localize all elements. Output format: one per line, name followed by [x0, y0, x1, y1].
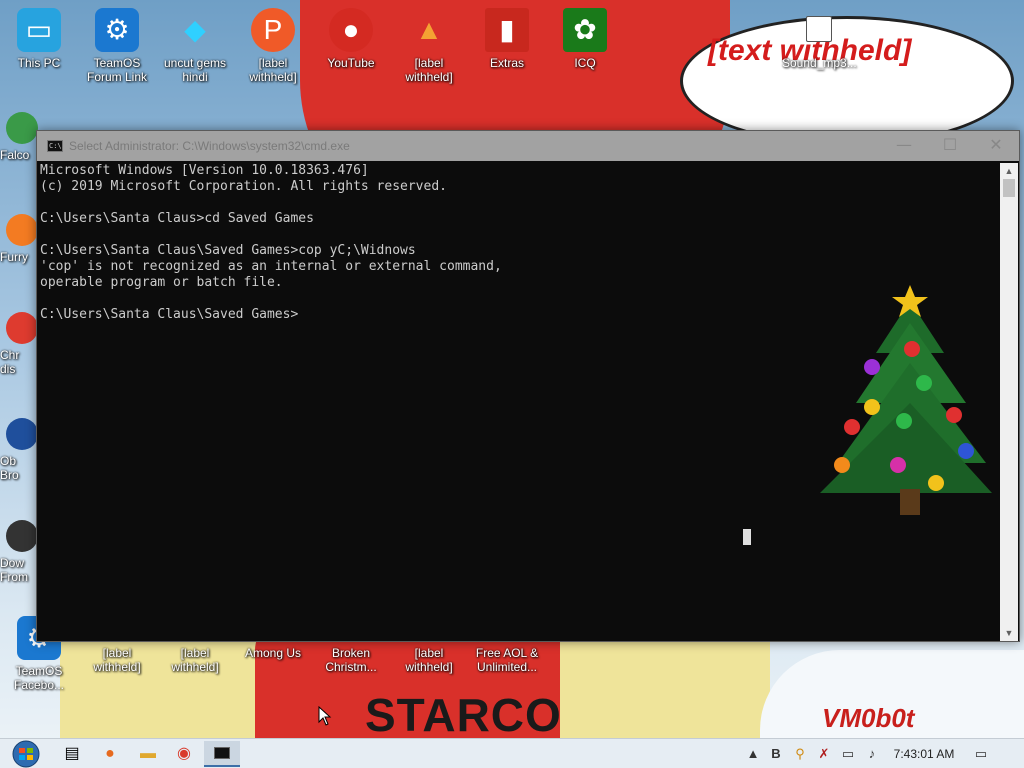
logo-icon	[6, 418, 38, 450]
desktop-icon-youtube[interactable]: ● YouTube	[314, 8, 388, 70]
file-icon	[806, 16, 832, 42]
desktop-icon-this-pc[interactable]: ▭ This PC	[2, 8, 76, 70]
mouse-pointer-icon	[318, 706, 332, 726]
desktop-icon-label: Dow From	[0, 556, 28, 584]
chrome-icon[interactable]: ◉	[166, 741, 202, 767]
console-line: C:\Users\Santa Claus\Saved Games>cop yC;…	[40, 243, 416, 258]
scroll-thumb[interactable]	[1003, 179, 1015, 197]
console-line: (c) 2019 Microsoft Corporation. All righ…	[40, 179, 447, 194]
console-line: C:\Users\Santa Claus>cd Saved Games	[40, 211, 314, 226]
desktop-icon-among-us[interactable]: Among Us	[236, 646, 310, 660]
desktop-icon-uncut-gems[interactable]: ◆ uncut gems hindi	[158, 8, 232, 84]
desktop-icon-label: This PC	[17, 56, 61, 70]
cmd-icon: C:\	[47, 140, 63, 152]
cmd-titlebar[interactable]: C:\ Select Administrator: C:\Windows\sys…	[37, 131, 1019, 161]
desktop-icon-sound-mp3[interactable]: Sound_mp3...	[782, 16, 857, 70]
maximize-button[interactable]: ☐	[927, 131, 973, 161]
minimize-button[interactable]: —	[881, 131, 927, 161]
firefox-icon	[6, 214, 38, 246]
volume-icon[interactable]: ♪	[862, 739, 882, 768]
desktop-icon-label: [label withheld]	[249, 56, 297, 84]
download-icon	[6, 520, 38, 552]
desktop-icon-label: YouTube	[327, 56, 375, 70]
search-tool-icon[interactable]: ⚲	[790, 739, 810, 768]
taskbar-clock[interactable]: 7:43:01 AM	[884, 739, 964, 768]
desktop-icon-p-badge[interactable]: P [label withheld]	[236, 8, 310, 84]
desktop-icon-label: TeamOS Forum Link	[86, 56, 148, 84]
scroll-down-icon[interactable]: ▼	[1000, 625, 1018, 641]
firefox-icon[interactable]: ●	[92, 741, 128, 767]
desktop-icon-label: Falco	[0, 148, 30, 162]
x-app-icon[interactable]: ✗	[814, 739, 834, 768]
desktop-icon-swf-file[interactable]: [label withheld]	[392, 646, 466, 674]
file-explorer-icon[interactable]: ▬	[130, 741, 166, 767]
p-badge-icon: P	[251, 8, 295, 52]
desktop-icon-label: Free AOL & Unlimited...	[475, 646, 539, 674]
vertical-scrollbar[interactable]: ▲ ▼	[1000, 163, 1018, 641]
console-cursor	[743, 529, 751, 545]
console-line: Microsoft Windows [Version 10.0.18363.47…	[40, 163, 369, 178]
cmd-icon	[214, 747, 230, 759]
desktop-icon-teamos-forum[interactable]: ⚙ TeamOS Forum Link	[80, 8, 154, 84]
desktop-icon-label: Sound_mp3...	[782, 56, 857, 70]
scroll-up-icon[interactable]: ▲	[1000, 163, 1018, 179]
desktop-icon-label: [label withheld]	[405, 646, 453, 674]
desktop-icon-partial[interactable]: Falco	[0, 112, 38, 162]
red-book-icon: ▮	[485, 8, 529, 52]
desktop-icon-broken-christmas[interactable]: Broken Christm...	[314, 646, 388, 674]
desktop-icon-label: Extras	[489, 56, 524, 70]
desktop-icon-partial[interactable]: Chr dis	[0, 312, 38, 376]
taskbar: ▤ ● ▬ ◉ ▲ B ⚲ ✗ ▭ ♪ 7:43:01 AM ▭	[0, 738, 1024, 768]
network-icon[interactable]: ▭	[838, 739, 858, 768]
window-controls: — ☐ ✕	[881, 131, 1019, 161]
chrome-icon	[6, 312, 38, 344]
close-button[interactable]: ✕	[973, 131, 1019, 161]
desktop-icon-label: Ob Bro	[0, 454, 19, 482]
cmd-window-title: Select Administrator: C:\Windows\system3…	[69, 139, 350, 153]
desktop-icon-label: Among Us	[244, 646, 302, 660]
desktop-icon-free-aol[interactable]: Free AOL & Unlimited...	[470, 646, 544, 674]
desktop-icon-label: [label withheld]	[171, 646, 219, 674]
desktop-icon-icq[interactable]: ✿ ICQ	[548, 8, 622, 70]
desktop-icon-label: Furry	[0, 250, 28, 264]
christmas-tree-image	[820, 285, 992, 515]
desktop-icon-label: [label withheld]	[93, 646, 141, 674]
ice-cream-icon: ▲	[415, 14, 443, 45]
desktop-icon-label: Broken Christm...	[325, 646, 377, 674]
notification-center-icon[interactable]: ▭	[968, 739, 994, 768]
computer-icon: ▭	[17, 8, 61, 52]
b-app-icon[interactable]: B	[766, 739, 786, 768]
desktop-icon-partial[interactable]: Ob Bro	[0, 418, 38, 482]
desktop-icon-extras[interactable]: ▮ Extras	[470, 8, 544, 70]
chevron-up-icon[interactable]: ▲	[746, 739, 760, 768]
desktop-icon-label: TeamOS Facebo...	[13, 664, 65, 692]
wallpaper-banner-word: STARCO	[365, 689, 562, 741]
desktop-icon-label: [label withheld]	[405, 56, 453, 84]
wallpaper-signature: VM0b0t	[822, 703, 915, 733]
angry-bird-icon: ●	[329, 8, 373, 52]
desktop-icon-partial[interactable]: Dow From	[0, 520, 38, 584]
desktop-icon-bottom-3[interactable]: [label withheld]	[158, 646, 232, 674]
desktop-icon-partial[interactable]: Furry	[0, 214, 38, 264]
desktop-icon-ice-cream[interactable]: ▲ [label withheld]	[392, 8, 466, 84]
start-button[interactable]	[6, 739, 46, 768]
desktop-icon-label: uncut gems hindi	[163, 56, 227, 84]
desktop-icon-bottom-2[interactable]: [label withheld]	[80, 646, 154, 674]
task-view-icon[interactable]: ▤	[54, 741, 90, 767]
console-line: 'cop' is not recognized as an internal o…	[40, 259, 502, 274]
gear-icon: ⚙	[95, 8, 139, 52]
flower-icon: ✿	[563, 8, 607, 52]
gem-icon: ◆	[184, 14, 206, 45]
desktop-icon-label: Chr dis	[0, 348, 20, 376]
falcon-icon	[6, 112, 38, 144]
desktop-icon-label: ICQ	[574, 56, 596, 70]
cmd-taskbar-item[interactable]	[204, 741, 240, 767]
